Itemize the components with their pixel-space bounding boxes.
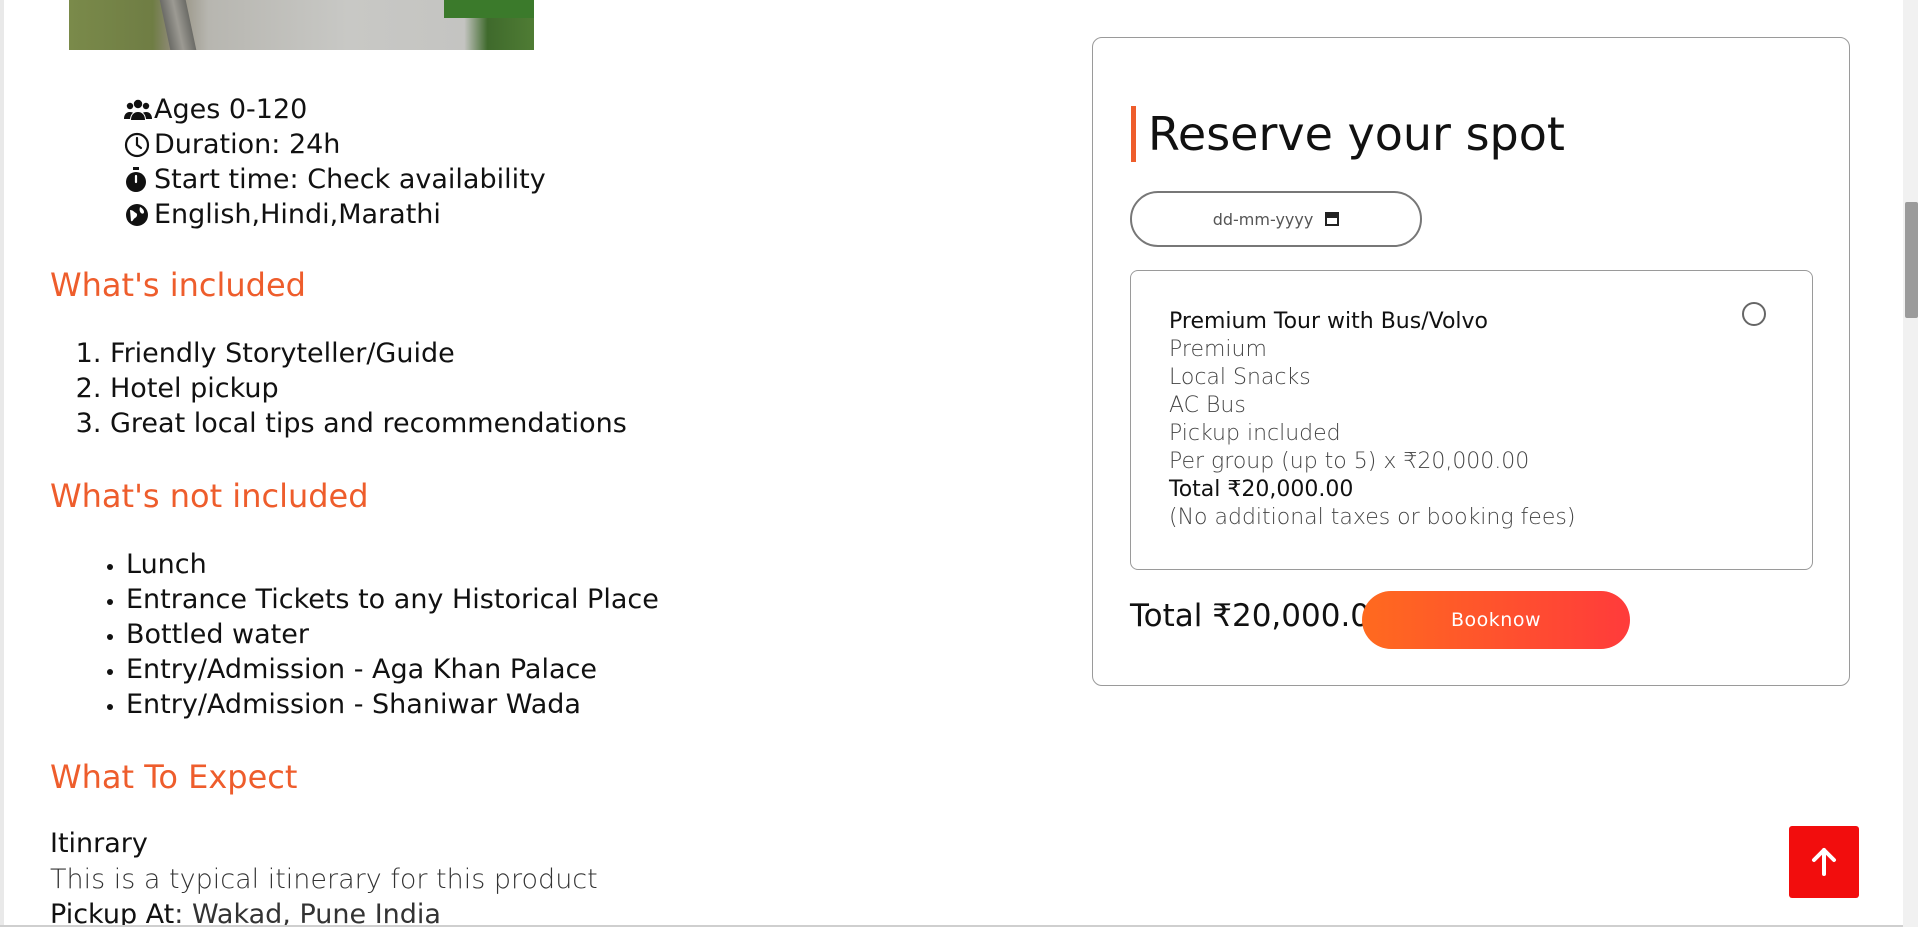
tour-photo (69, 0, 534, 50)
back-to-top-button[interactable] (1789, 826, 1859, 898)
option-feature: Pickup included (1169, 421, 1341, 446)
option-details: Premium Tour with Bus/Volvo Premium Loca… (1169, 308, 1575, 532)
fact-start-time-text: Start time: Check availability (154, 164, 546, 195)
fact-ages: Ages 0-120 (124, 92, 546, 127)
list-item: Hotel pickup (110, 371, 627, 406)
list-item: Friendly Storyteller/Guide (110, 336, 627, 371)
stopwatch-icon (124, 166, 154, 193)
arrow-up-icon (1812, 848, 1836, 876)
option-total: Total ₹20,000.00 (1169, 477, 1354, 502)
option-name: Premium Tour with Bus/Volvo (1169, 309, 1488, 334)
itinerary-pickup: Pickup At: Wakad, Pune India (50, 899, 441, 927)
fact-start-time: Start time: Check availability (124, 162, 546, 197)
fact-languages-text: English,Hindi,Marathi (154, 199, 441, 230)
whats-included-title: What's included (50, 266, 306, 304)
scrollbar-track[interactable] (1903, 0, 1918, 927)
itinerary-text: This is a typical itinerary for this pro… (50, 864, 598, 895)
tour-photo-grass (444, 0, 534, 18)
option-radio[interactable] (1742, 302, 1766, 326)
tour-photo-curb (159, 0, 197, 50)
not-included-list: Lunch Entrance Tickets to any Historical… (98, 547, 659, 722)
fact-languages: English,Hindi,Marathi (124, 197, 546, 232)
left-edge (0, 0, 4, 927)
scrollbar-thumb[interactable] (1905, 202, 1918, 318)
list-item: Lunch (126, 547, 659, 582)
itinerary-heading: Itinrary (50, 828, 148, 859)
booking-card: Reserve your spot dd-mm-yyyy Premium Tou… (1092, 37, 1850, 686)
list-item: Great local tips and recommendations (110, 406, 627, 441)
option-tier: Premium (1169, 337, 1267, 362)
included-list: Friendly Storyteller/Guide Hotel pickup … (82, 336, 627, 441)
list-item: Entry/Admission - Aga Khan Palace (126, 652, 659, 687)
page: Ages 0-120 Duration: 24h Start time: Che… (0, 0, 1918, 927)
list-item: Bottled water (126, 617, 659, 652)
list-item: Entry/Admission - Shaniwar Wada (126, 687, 659, 722)
fact-duration: Duration: 24h (124, 127, 546, 162)
option-note: (No additional taxes or booking fees) (1169, 505, 1576, 530)
date-input[interactable]: dd-mm-yyyy (1130, 191, 1422, 247)
fact-duration-text: Duration: 24h (154, 129, 341, 160)
tour-facts: Ages 0-120 Duration: 24h Start time: Che… (124, 92, 546, 232)
book-now-button[interactable]: Booknow (1362, 591, 1630, 649)
users-icon (124, 99, 154, 121)
pickup-value: : Wakad, Pune India (174, 899, 441, 927)
pickup-label: Pickup At (50, 899, 175, 927)
clock-icon (124, 132, 154, 158)
fact-ages-text: Ages 0-120 (154, 94, 308, 125)
booking-title: Reserve your spot (1131, 106, 1565, 162)
whats-not-included-title: What's not included (50, 477, 369, 515)
list-item: Entrance Tickets to any Historical Place (126, 582, 659, 617)
date-placeholder: dd-mm-yyyy (1212, 209, 1314, 229)
option-feature: AC Bus (1169, 393, 1246, 418)
option-pricing: Per group (up to 5) x ₹20,000.00 (1169, 449, 1530, 474)
globe-icon (124, 202, 154, 228)
calendar-icon[interactable] (1325, 212, 1340, 226)
what-to-expect-title: What To Expect (50, 758, 298, 796)
option-feature: Local Snacks (1169, 365, 1311, 390)
tour-option[interactable]: Premium Tour with Bus/Volvo Premium Loca… (1130, 270, 1813, 570)
booking-total: Total ₹20,000.00 (1130, 598, 1390, 634)
